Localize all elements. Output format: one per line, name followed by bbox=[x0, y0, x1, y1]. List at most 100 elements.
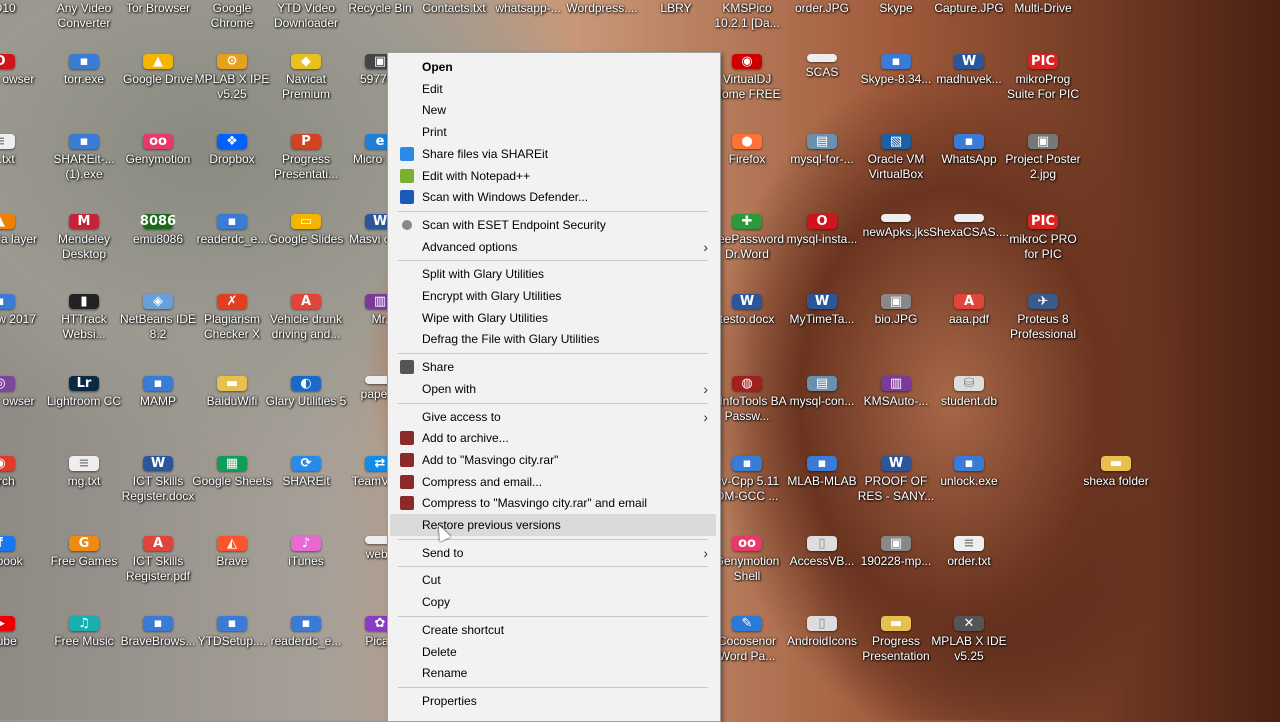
desktop-icon[interactable]: ▤ mysql-con... bbox=[784, 324, 860, 408]
exe-icon: ▪ bbox=[143, 616, 173, 631]
desktop-icon[interactable]: ⚙ MPLAB X IPE v5.25 bbox=[194, 2, 270, 101]
desktop-icon[interactable]: Aaaa.pdf bbox=[931, 242, 1007, 326]
desktop-icon[interactable]: ✈ Proteus 8 Professional bbox=[1005, 242, 1081, 341]
desktop-icon[interactable]: ▦ Google Sheets bbox=[192, 404, 272, 488]
desktop-icon[interactable]: ◆ Navicat Premium bbox=[268, 2, 344, 101]
menu-item-label: Advanced options bbox=[422, 239, 518, 254]
menu-item-delete[interactable]: Delete bbox=[390, 641, 716, 663]
menu-item-add-to-archive[interactable]: Add to archive... bbox=[390, 427, 716, 449]
menu-item-scan-with-eset-endpoint-security[interactable]: Scan with ESET Endpoint Security bbox=[390, 214, 716, 236]
desktop-icon[interactable]: ⟳ SHAREit bbox=[268, 404, 344, 488]
desktop-icon[interactable]: ≡ mg.txt bbox=[46, 404, 122, 488]
desktop-icon[interactable]: ◐ Glary Utilities 5 bbox=[266, 324, 346, 408]
desktop-icon[interactable]: SCAS bbox=[784, 2, 860, 80]
desktop-icon[interactable]: newApks.jks bbox=[858, 162, 934, 240]
desktop-icon[interactable]: ▮ HTTrack Websi... bbox=[46, 242, 122, 341]
desktop-icon[interactable]: A ICT Skills Register.pdf bbox=[120, 484, 196, 583]
menu-item-edit-with-notepad[interactable]: Edit with Notepad++ bbox=[390, 165, 716, 187]
menu-item-edit[interactable]: Edit bbox=[390, 78, 716, 100]
menu-item-share[interactable]: Share bbox=[390, 356, 716, 378]
desktop-icon[interactable]: ◎art Tor owser bbox=[0, 324, 38, 408]
desktop-icon[interactable]: ❖ Dropbox bbox=[194, 82, 270, 166]
desktop-icon[interactable]: ▪ torr.exe bbox=[46, 2, 122, 86]
desktop-icon[interactable]: ▪ WhatsApp bbox=[931, 82, 1007, 166]
desktop-icon[interactable]: PIC mikroC PRO for PIC bbox=[1005, 162, 1081, 261]
menu-item-print[interactable]: Print bbox=[390, 121, 716, 143]
desktop-icon[interactable]: ≡ order.txt bbox=[931, 484, 1007, 568]
desktop-icon[interactable]: ▪artDraw 2017 bbox=[0, 242, 38, 326]
menu-item-split-with-glary-utilities[interactable]: Split with Glary Utilities bbox=[390, 263, 716, 285]
desktop-icon[interactable]: ✗ Plagiarism Checker X bbox=[194, 242, 270, 341]
desktop-icon[interactable]: W ICT Skills Register.docx bbox=[120, 404, 196, 503]
desktop-icon[interactable]: Lr Lightroom CC bbox=[46, 324, 122, 408]
desktop-icon[interactable]: W MyTimeTa... bbox=[784, 242, 860, 326]
menu-item-wipe-with-glary-utilities[interactable]: Wipe with Glary Utilities bbox=[390, 307, 716, 329]
desktop-icon[interactable]: ▬ shexa folder bbox=[1078, 404, 1154, 488]
desktop-icon[interactable]: W PROOF OF RES - SANY... bbox=[858, 404, 934, 503]
desktop-icon[interactable]: 8086 emu8086 bbox=[120, 162, 196, 246]
desktop-icon[interactable]: ▭ Google Slides bbox=[268, 162, 344, 246]
desktop-icon[interactable]: ≡nn.txt bbox=[0, 82, 38, 166]
desktop-icon[interactable]: ▲C media layer bbox=[0, 162, 38, 246]
desktop-icon[interactable]: ▪ YTDSetup.... bbox=[194, 564, 270, 648]
menu-item-share-files-via-shareit[interactable]: Share files via SHAREit bbox=[390, 143, 716, 165]
desktop-icon[interactable]: ◉Torch bbox=[0, 404, 38, 488]
desktop-icon[interactable]: A Vehicle drunk driving and... bbox=[268, 242, 344, 341]
desktop-icon[interactable]: ▯ AccessVB... bbox=[784, 484, 860, 568]
desktop-icon[interactable]: ShexaCSAS.... bbox=[929, 162, 1009, 240]
menu-item-copy[interactable]: Copy bbox=[390, 591, 716, 613]
menu-item-create-shortcut[interactable]: Create shortcut bbox=[390, 619, 716, 641]
desktop-icon[interactable]: ◭ Brave bbox=[194, 484, 270, 568]
desktop-icon[interactable]: G Free Games bbox=[46, 484, 122, 568]
menu-item-encrypt-with-glary-utilities[interactable]: Encrypt with Glary Utilities bbox=[390, 285, 716, 307]
desktop-icon[interactable]: ▪ unlock.exe bbox=[931, 404, 1007, 488]
desktop-icon[interactable]: OOpera owser bbox=[0, 2, 38, 86]
desktop-icon[interactable]: PIC mikroProg Suite For PIC bbox=[1005, 2, 1081, 101]
desktop-icon[interactable]: facebook bbox=[0, 484, 38, 568]
desktop-icon[interactable]: ▪ MAMP bbox=[120, 324, 196, 408]
desktop-icon[interactable]: ▪ MLAB-MLAB bbox=[784, 404, 860, 488]
menu-item-add-to-masvingo-city-rar[interactable]: Add to "Masvingo city.rar" bbox=[390, 449, 716, 471]
desktop-icon[interactable]: ♫ Free Music bbox=[46, 564, 122, 648]
desktop-icon[interactable]: ♪ iTunes bbox=[268, 484, 344, 568]
menu-item-properties[interactable]: Properties bbox=[390, 690, 716, 712]
desktop-icon[interactable]: ▶ uTube bbox=[0, 564, 38, 648]
desktop-icon[interactable]: ▧ Oracle VM VirtualBox bbox=[858, 82, 934, 181]
desktop-icon[interactable]: ◈ NetBeans IDE 8.2 bbox=[120, 242, 196, 341]
desktop-icon[interactable]: Omysql-insta... bbox=[784, 162, 860, 246]
menu-item-send-to[interactable]: Send to › bbox=[390, 542, 716, 564]
desktop-icon[interactable]: ▪ readerdc_e... bbox=[194, 162, 270, 246]
desktop-icon[interactable]: ▪ Skype-8.34... bbox=[858, 2, 934, 86]
desktop-icon[interactable]: ▥ KMSAuto-... bbox=[858, 324, 934, 408]
menu-item-give-access-to[interactable]: Give access to › bbox=[390, 406, 716, 428]
desktop-icon[interactable]: ▪ SHAREit-... (1).exe bbox=[46, 82, 122, 181]
desktop-icon[interactable]: P Progress Presentati... bbox=[268, 82, 344, 181]
menu-item-advanced-options[interactable]: Advanced options › bbox=[390, 236, 716, 258]
context-menu: Open Edit New Print Share files via SHAREit E… bbox=[387, 52, 721, 722]
desktop-icon[interactable]: ▲ Google Drive bbox=[120, 2, 196, 86]
menu-item-rename[interactable]: Rename bbox=[390, 662, 716, 684]
desktop-icon[interactable]: ▪ readerdc_e... bbox=[268, 564, 344, 648]
menu-item-open[interactable]: Open bbox=[390, 56, 716, 78]
menu-item-compress-and-email[interactable]: Compress and email... bbox=[390, 471, 716, 493]
desktop-icon[interactable]: ▬ Progress Presentation bbox=[858, 564, 934, 663]
menu-item-open-with[interactable]: Open with › bbox=[390, 378, 716, 400]
menu-item-defrag-the-file-with-glary-utilities[interactable]: Defrag the File with Glary Utilities bbox=[390, 328, 716, 350]
desktop-icon[interactable]: ▯ AndroidIcons bbox=[784, 564, 860, 648]
desktop-icon[interactable]: ✕ MPLAB X IDE v5.25 bbox=[931, 564, 1007, 663]
desktop-icon[interactable]: ▣ Project Poster 2.jpg bbox=[1005, 82, 1081, 181]
desktop-icon[interactable]: ⛁ student.db bbox=[931, 324, 1007, 408]
desktop-icon[interactable]: ▤ mysql-for-... bbox=[784, 82, 860, 166]
menu-item-compress-to-masvingo-city-rar-and-email[interactable]: Compress to "Masvingo city.rar" and emai… bbox=[390, 492, 716, 514]
desktop-icon[interactable]: M Mendeley Desktop bbox=[46, 162, 122, 261]
menu-item-new[interactable]: New bbox=[390, 99, 716, 121]
menu-item-scan-with-windows-defender[interactable]: Scan with Windows Defender... bbox=[390, 186, 716, 208]
desktop-icon[interactable]: ▬ BaiduWifi bbox=[194, 324, 270, 408]
desktop-icon[interactable]: ▣ 190228-mp... bbox=[858, 484, 934, 568]
desktop-icon[interactable]: Wmadhuvek... bbox=[931, 2, 1007, 86]
share-icon bbox=[400, 360, 414, 375]
desktop-icon[interactable]: oo Genymotion bbox=[120, 82, 196, 166]
desktop-icon[interactable]: ▣ bio.JPG bbox=[858, 242, 934, 326]
menu-item-cut[interactable]: Cut bbox=[390, 569, 716, 591]
desktop-icon[interactable]: ▪ BraveBrows... bbox=[120, 564, 196, 648]
